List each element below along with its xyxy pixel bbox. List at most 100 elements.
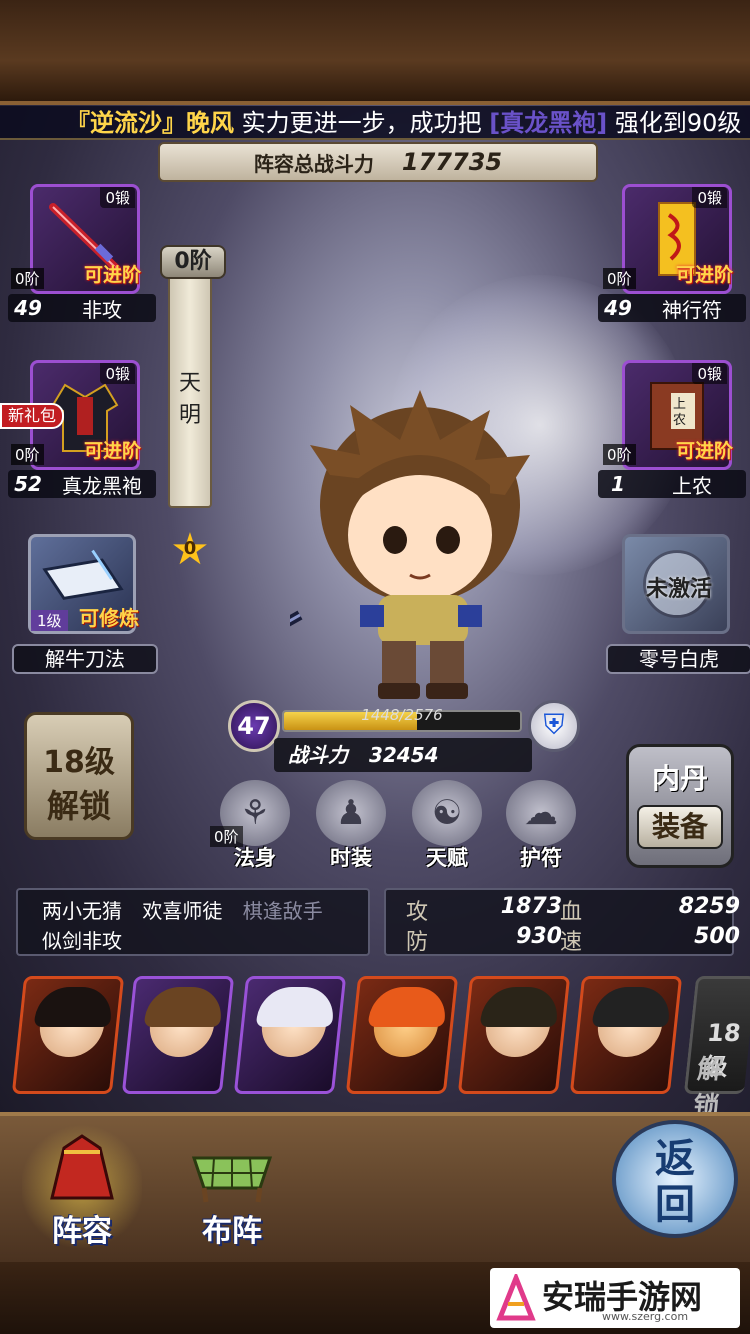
- equip-level: 1: [611, 472, 625, 496]
- broadcast-marquee: 『逆流沙』晚风 实力更进一步，成功把 [真龙黑袍] 强化到90级: [0, 106, 750, 140]
- hero-character[interactable]: [290, 385, 550, 705]
- equip-slot-book[interactable]: 上农 0锻 0阶 可进阶: [603, 360, 733, 470]
- can-advance-label: 可进阶: [83, 440, 141, 462]
- team-power-banner: 阵容总战斗力 177735: [158, 142, 598, 182]
- equip-slot-talisman[interactable]: 0锻 0阶 可进阶: [603, 184, 733, 294]
- back-label-1: 返: [655, 1136, 695, 1182]
- back-button[interactable]: 返 回: [612, 1120, 738, 1238]
- charm-label: 护符: [520, 846, 562, 870]
- armor-icon: [50, 1134, 114, 1200]
- stat-attack: 攻 1873: [406, 894, 562, 926]
- stat-label: 防: [406, 930, 429, 955]
- site-logo-icon: [496, 1274, 536, 1321]
- equip-level: 52: [14, 472, 42, 496]
- skill-slot-right[interactable]: 未激活: [622, 534, 730, 634]
- equip-level: 49: [604, 296, 632, 320]
- rank-title-top: 天: [178, 371, 201, 396]
- equip-rank: 0阶: [603, 268, 636, 289]
- locked-slot-18[interactable]: 18级 解锁: [24, 712, 134, 840]
- beast-charm-icon: ☁: [506, 780, 576, 846]
- stat-defense: 防 930: [406, 924, 562, 956]
- equip-inner-core-button[interactable]: 装备: [637, 805, 723, 849]
- stat-label: 血: [560, 900, 583, 925]
- exp-text: 1448/2576: [361, 706, 443, 724]
- hero-hair: [591, 987, 673, 1027]
- equip-level: 49: [14, 296, 42, 320]
- charm-button[interactable]: ☁ 护符: [504, 780, 578, 872]
- equip-rank: 0阶: [11, 444, 44, 465]
- can-advance-label: 可进阶: [675, 264, 733, 286]
- marquee-text: 实力更进一步，成功把: [241, 109, 482, 137]
- forge-count: 0锻: [100, 363, 135, 384]
- fate-item: 欢喜师徒: [142, 899, 223, 923]
- tab-formation-label: 布阵: [202, 1214, 262, 1249]
- marquee-item: [真龙黑袍]: [489, 109, 608, 137]
- team-power-label: 阵容总战斗力: [253, 151, 374, 176]
- equip-rank: 0阶: [11, 268, 44, 289]
- fate-row-1: 两小无猜 欢喜师徒 棋逢敌手: [42, 896, 368, 926]
- talent-button[interactable]: ☯ 天赋: [410, 780, 484, 872]
- fate-bonds-panel[interactable]: 两小无猜 欢喜师徒 棋逢敌手 似剑非攻: [16, 888, 370, 956]
- forge-count: 0锻: [692, 363, 727, 384]
- top-wood-frame: [0, 0, 750, 105]
- back-label-2: 回: [655, 1182, 695, 1228]
- equip-name: 非攻: [82, 297, 122, 322]
- hero-card[interactable]: [11, 976, 125, 1094]
- stat-label: 攻: [406, 900, 429, 925]
- can-advance-label: 可进阶: [83, 264, 141, 286]
- hero-card[interactable]: [233, 976, 347, 1094]
- site-watermark: 安瑞手游网 www.szerg.com: [490, 1268, 740, 1328]
- marquee-text-end: 强化到90级: [614, 109, 742, 137]
- equip-bar-talisman: 49 神行符: [598, 294, 746, 322]
- rank-title: 天 明: [178, 368, 202, 432]
- stat-hp: 血 8259: [560, 894, 740, 926]
- shield-icon[interactable]: ⛨: [528, 700, 580, 752]
- skill-level: 1级: [31, 610, 68, 631]
- watermark-url: www.szerg.com: [602, 1310, 689, 1323]
- equip-rank: 0阶: [603, 444, 636, 465]
- hero-card-selected[interactable]: [121, 976, 235, 1094]
- inner-core-title: 内丹: [651, 762, 708, 795]
- tab-lineup[interactable]: 阵容: [22, 1122, 142, 1252]
- unlock-text: 解锁: [46, 787, 111, 825]
- fate-row-2: 似剑非攻: [42, 926, 368, 956]
- hero-power-value: 32454: [368, 743, 439, 767]
- hero-hair: [255, 987, 337, 1027]
- hero-hair: [479, 987, 561, 1027]
- inactive-label: 未激活: [645, 577, 712, 602]
- equip-bar-armor: 52 真龙黑袍: [8, 470, 156, 498]
- meditation-icon: ☯: [412, 780, 482, 846]
- talent-label: 天赋: [426, 846, 468, 870]
- new-gift-pack-button[interactable]: 新礼包: [0, 403, 64, 429]
- skill-name-left: 解牛刀法: [12, 644, 158, 674]
- hero-card[interactable]: [457, 976, 571, 1094]
- can-cultivate-label: 可修炼: [79, 606, 139, 630]
- hero-hair: [367, 987, 449, 1027]
- team-power-value: 177735: [401, 148, 503, 176]
- hero-power: 战斗力 32454: [274, 738, 532, 772]
- hero-power-label: 战斗力: [288, 743, 348, 767]
- star-count: 0: [183, 538, 197, 559]
- unlock-level: 18级: [43, 745, 115, 780]
- stat-speed: 速 500: [560, 924, 740, 956]
- fate-item: 似剑非攻: [42, 929, 122, 953]
- hero-stats-panel: 攻 1873 血 8259 防 930 速 500: [384, 888, 740, 956]
- armor-outfit-icon: ♟: [316, 780, 386, 846]
- skill-name-right: 零号白虎: [606, 644, 750, 674]
- tab-formation[interactable]: 布阵: [172, 1122, 292, 1252]
- can-advance-label: 可进阶: [675, 440, 733, 462]
- hero-roster: 18级 解锁: [0, 970, 750, 1122]
- hero-card[interactable]: [569, 976, 683, 1094]
- locked-hero-slot[interactable]: 18级 解锁: [683, 976, 750, 1122]
- hero-level-badge: 47: [228, 700, 280, 752]
- equip-name: 神行符: [662, 297, 722, 322]
- fashion-button[interactable]: ♟ 时装: [314, 780, 388, 872]
- hero-hair: [143, 987, 225, 1027]
- stat-value: 500: [694, 924, 740, 949]
- stat-value: 8259: [678, 894, 740, 919]
- skill-slot-left[interactable]: 1级 可修炼: [28, 534, 139, 634]
- hero-card[interactable]: [345, 976, 459, 1094]
- equip-slot-weapon[interactable]: 0锻 0阶 可进阶: [11, 184, 141, 294]
- forge-count: 0锻: [692, 187, 727, 208]
- equip-name: 上农: [672, 473, 712, 498]
